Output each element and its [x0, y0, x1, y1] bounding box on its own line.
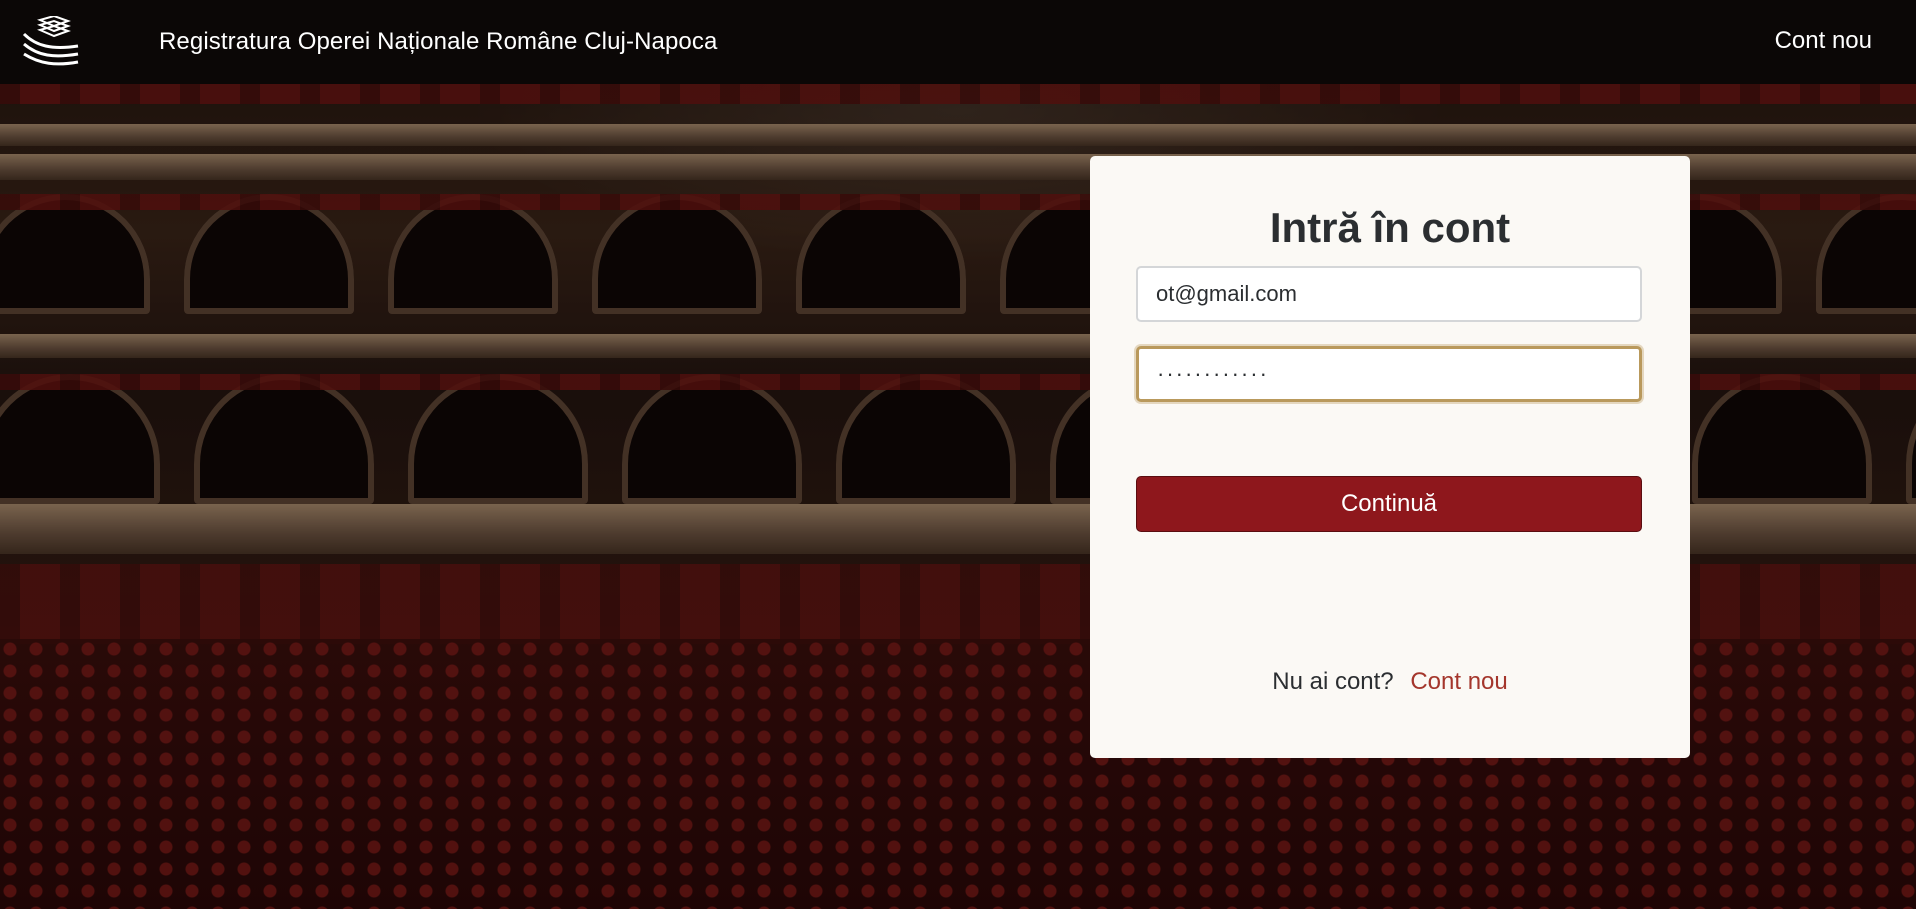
email-field[interactable] — [1136, 266, 1642, 322]
nav-signup-link[interactable]: Cont nou — [1775, 27, 1872, 55]
stacked-layers-logo-icon[interactable] — [22, 16, 80, 68]
password-field[interactable] — [1136, 346, 1642, 402]
signup-link[interactable]: Cont nou — [1410, 668, 1507, 695]
site-title[interactable]: Registratura Operei Naționale Române Clu… — [159, 28, 717, 56]
no-account-text: Nu ai cont? — [1272, 668, 1394, 695]
top-navbar: Registratura Operei Naționale Române Clu… — [0, 0, 1916, 84]
login-card: Intră în cont Continuă Nu ai cont? Cont … — [1090, 156, 1690, 758]
login-title: Intră în cont — [1269, 204, 1511, 251]
continue-button[interactable]: Continuă — [1136, 476, 1642, 532]
signup-prompt: Nu ai cont? Cont nou — [1090, 668, 1690, 696]
